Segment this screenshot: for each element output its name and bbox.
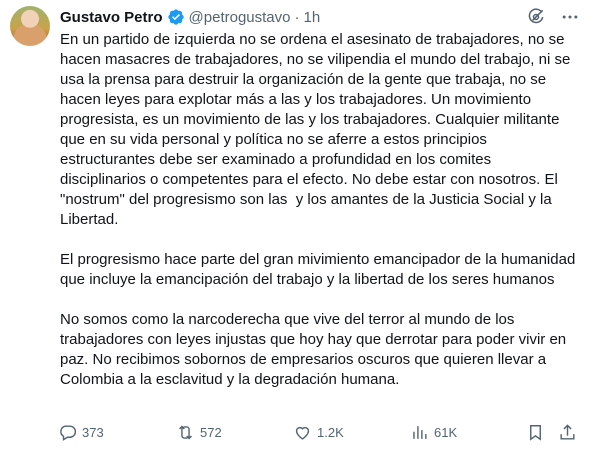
author-handle[interactable]: @petrogustavo: [189, 9, 291, 26]
like-count: 1.2K: [317, 424, 344, 440]
share-icon: [560, 423, 575, 440]
more-options-icon[interactable]: [560, 7, 580, 27]
tweet-paragraph: En un partido de izquierda no se ordena …: [60, 31, 575, 228]
timestamp[interactable]: 1h: [303, 9, 320, 26]
reply-icon: [60, 424, 77, 441]
views-button[interactable]: 61K: [410, 423, 457, 442]
tweet-header: Gustavo Petro @petrogustavo · 1h: [60, 6, 580, 28]
reply-count: 373: [82, 424, 104, 440]
avatar[interactable]: [10, 6, 50, 46]
grok-icon[interactable]: [526, 7, 546, 27]
author-name[interactable]: Gustavo Petro: [60, 9, 163, 26]
action-bar: 373 572 1.2K 61K: [58, 420, 578, 444]
tweet-card: Gustavo Petro @petrogustavo · 1h En un p…: [0, 0, 592, 456]
separator-dot: ·: [294, 8, 300, 26]
share-button[interactable]: [558, 423, 582, 442]
header-actions: [526, 7, 580, 27]
like-button[interactable]: 1.2K: [293, 423, 344, 442]
views-chart-icon: [413, 425, 427, 439]
verified-badge-icon: [167, 8, 185, 26]
bookmark-button[interactable]: [526, 423, 550, 442]
heart-icon: [295, 426, 310, 440]
bookmark-icon: [530, 424, 541, 441]
views-count: 61K: [434, 424, 458, 440]
repost-button[interactable]: 572: [176, 423, 222, 442]
repost-count: 572: [200, 424, 222, 440]
reply-button[interactable]: 373: [58, 423, 104, 442]
tweet-paragraph: El progresismo hace parte del gran mivim…: [60, 251, 580, 288]
repost-icon: [179, 425, 192, 439]
tweet-body: En un partido de izquierda no se ordena …: [60, 30, 580, 390]
tweet-paragraph: No somos como la narcoderecha que vive d…: [60, 311, 571, 388]
